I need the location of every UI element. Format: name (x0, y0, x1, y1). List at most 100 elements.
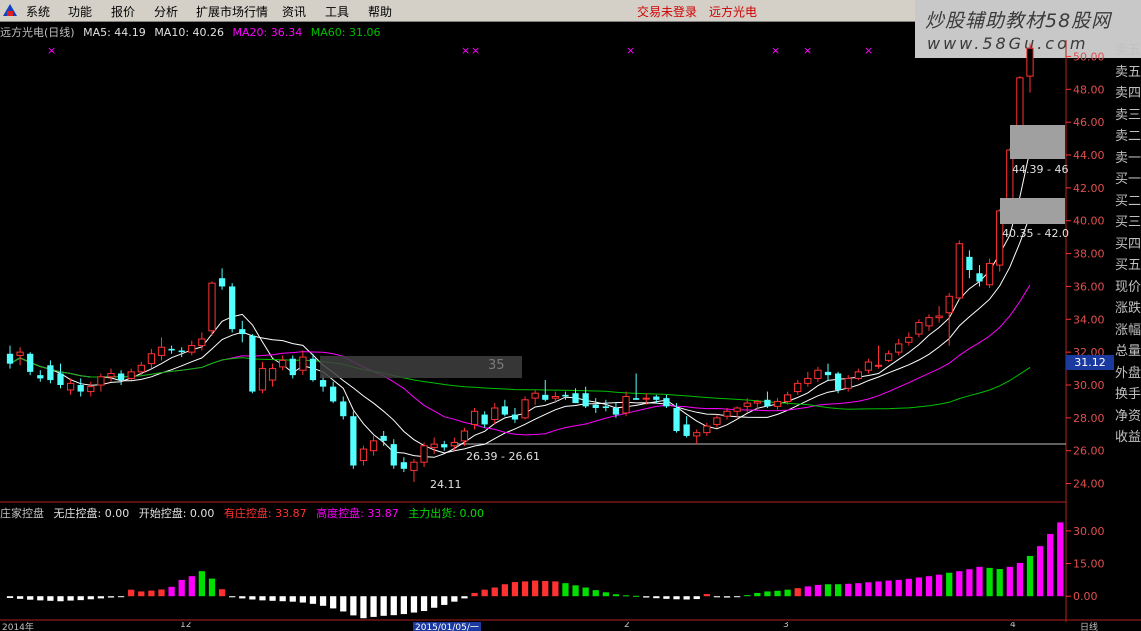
x-marker: × (47, 44, 56, 57)
range-label-low: 26.39 - 26.61 (466, 450, 540, 463)
indicator-bar (218, 589, 226, 597)
date-label-3: 3 (783, 622, 789, 630)
indicator-bar (1016, 562, 1024, 597)
candle-body (410, 461, 418, 471)
candle-body (27, 353, 34, 372)
order-book-label: 净资 (1115, 408, 1141, 424)
candle (925, 314, 933, 331)
price-tick-label: 38.00 (1073, 248, 1105, 261)
candle (350, 411, 357, 469)
candle-body (562, 394, 569, 397)
period-label[interactable]: 日线 (1080, 622, 1098, 631)
candle-body (542, 394, 549, 400)
candle-body (612, 408, 620, 415)
indicator-bar (431, 596, 438, 608)
indicator-bar (814, 584, 822, 597)
indicator-bar (764, 591, 771, 597)
indicator-bar (905, 578, 912, 597)
candle-body (319, 380, 327, 387)
indicator-bar (855, 583, 862, 597)
candle (390, 439, 397, 469)
indicator-bar (279, 596, 286, 602)
indicator-bar (1026, 555, 1034, 597)
candle (935, 306, 943, 323)
candle (188, 340, 196, 356)
order-book-label: 卖五 (1115, 64, 1141, 80)
indicator-bar (400, 596, 407, 615)
indicator-bar (865, 582, 872, 597)
candle (683, 416, 690, 438)
price-tick-label: 44.00 (1073, 149, 1105, 162)
candle (6, 345, 14, 369)
candle-body (884, 353, 893, 361)
indicator-bar (915, 577, 923, 597)
price-tick-label: 26.00 (1073, 445, 1105, 458)
indicator-bar (1057, 522, 1064, 597)
indicator-bar (370, 596, 377, 617)
candle-body (380, 435, 387, 441)
candle-body (470, 410, 479, 425)
candle (955, 240, 963, 300)
indicator-bar (481, 589, 488, 597)
indicator-bar (673, 596, 680, 600)
candle (229, 283, 236, 333)
indicator-bar (57, 596, 64, 602)
candle-body (420, 445, 428, 463)
candle-body (753, 400, 761, 404)
range-box-high (1010, 125, 1065, 159)
indicator-bar (804, 586, 811, 597)
candle-body (551, 396, 559, 399)
indicator-bar (208, 578, 216, 597)
order-book-label: 收益 (1115, 430, 1141, 445)
candle-body (905, 336, 913, 343)
kline-chart[interactable]: × × × × × × × 50.0048.0046.0044.0042.0040.0038… (0, 0, 1141, 631)
date-label-2: 2 (624, 622, 630, 630)
price-tick-label: 48.00 (1073, 83, 1105, 96)
candle-body (299, 356, 307, 371)
candle-body (945, 295, 953, 314)
candle (178, 347, 185, 358)
candle-body (460, 430, 469, 442)
candle-body (501, 406, 508, 415)
candle (824, 363, 832, 381)
candle-body (864, 361, 873, 371)
chart-frame (0, 40, 1141, 622)
range-box-mid (1000, 198, 1065, 224)
candle (633, 373, 640, 400)
candle (773, 398, 782, 410)
indicator-bar (67, 596, 74, 601)
candle-body (713, 417, 721, 425)
candle (258, 362, 267, 394)
candle-body (340, 401, 347, 417)
high-control-value: 高度控盘: 33.87 (316, 507, 399, 520)
candle-body (57, 373, 64, 385)
candle (37, 370, 44, 382)
indicator-bar (986, 567, 993, 597)
candle (137, 362, 145, 376)
candle (501, 399, 508, 417)
candle (369, 435, 378, 456)
candle (16, 347, 24, 366)
indicator-bar (138, 591, 145, 597)
candle (693, 429, 701, 445)
candle (249, 334, 256, 394)
indicator-bar (895, 579, 902, 597)
moving-average-lines (9, 149, 1031, 458)
candle (470, 408, 479, 430)
indicator-bar (1047, 533, 1054, 597)
indicator-bar (77, 596, 84, 601)
indicator-bar (733, 596, 741, 598)
indicator-bar (622, 595, 630, 597)
indicator-bar (794, 588, 801, 597)
indicator-bar (239, 596, 246, 599)
indicator-bar (552, 581, 559, 597)
date-label-12: 12 (180, 622, 192, 630)
candle (410, 458, 418, 482)
candle-body (935, 315, 943, 319)
order-book-label: 卖五 (1115, 43, 1141, 58)
candle (582, 386, 589, 408)
indicator-bar (289, 596, 296, 602)
candle (340, 396, 347, 420)
indicator-bar (107, 596, 115, 598)
candle (945, 293, 953, 346)
